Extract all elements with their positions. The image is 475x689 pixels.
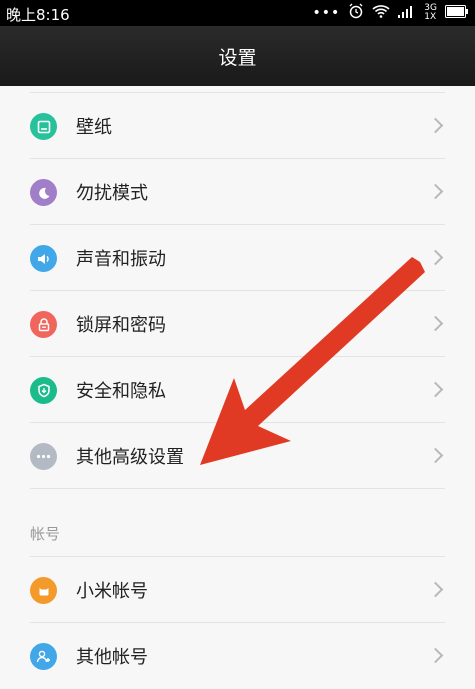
settings-item-advanced[interactable]: 其他高级设置: [0, 423, 475, 489]
chevron-right-icon: [427, 183, 444, 200]
chevron-right-icon: [427, 647, 444, 664]
status-bar: 晚上8:16 ••• 3G 1X: [0, 0, 475, 26]
speaker-icon: [30, 245, 57, 272]
settings-item-other-accounts[interactable]: 其他帐号: [0, 623, 475, 689]
chevron-right-icon: [427, 581, 444, 598]
settings-item-lock-screen[interactable]: 锁屏和密码: [0, 291, 475, 357]
settings-item-mi-account[interactable]: 小米帐号: [0, 557, 475, 623]
signal-icon: [398, 4, 416, 22]
chevron-right-icon: [427, 315, 444, 332]
wifi-icon: [372, 4, 390, 22]
title-bar: 设置: [0, 26, 475, 86]
notification-dots: •••: [312, 5, 341, 21]
settings-item-label: 其他高级设置: [76, 447, 184, 468]
settings-item-label: 壁纸: [76, 117, 112, 138]
network-type-label: 3G 1X: [424, 3, 437, 22]
settings-item-label: 小米帐号: [76, 581, 148, 602]
section-header-account: 帐号: [30, 525, 61, 543]
settings-item-label: 其他帐号: [76, 647, 148, 668]
chevron-right-icon: [427, 249, 444, 266]
divider: [30, 488, 445, 489]
status-icons: ••• 3G 1X: [313, 3, 469, 23]
shield-icon: [30, 377, 57, 404]
chevron-right-icon: [427, 447, 444, 464]
alarm-icon: [348, 3, 364, 23]
more-icon: [30, 443, 57, 470]
settings-item-label: 安全和隐私: [76, 381, 166, 402]
settings-item-sound[interactable]: 声音和振动: [0, 225, 475, 291]
lock-icon: [30, 311, 57, 338]
mi-account-icon: [30, 577, 57, 604]
settings-item-label: 勿扰模式: [76, 183, 148, 204]
moon-icon: [30, 179, 57, 206]
add-user-icon: [30, 643, 57, 670]
page-title: 设置: [218, 46, 257, 69]
settings-item-wallpaper[interactable]: 壁纸: [0, 93, 475, 159]
wallpaper-icon: [30, 113, 57, 140]
settings-item-label: 声音和振动: [76, 249, 166, 270]
settings-item-security[interactable]: 安全和隐私: [0, 357, 475, 423]
chevron-right-icon: [427, 381, 444, 398]
status-time: 晚上8:16: [6, 6, 70, 24]
chevron-right-icon: [427, 117, 444, 134]
battery-icon: [445, 4, 469, 22]
settings-item-do-not-disturb[interactable]: 勿扰模式: [0, 159, 475, 225]
settings-item-label: 锁屏和密码: [76, 315, 166, 336]
